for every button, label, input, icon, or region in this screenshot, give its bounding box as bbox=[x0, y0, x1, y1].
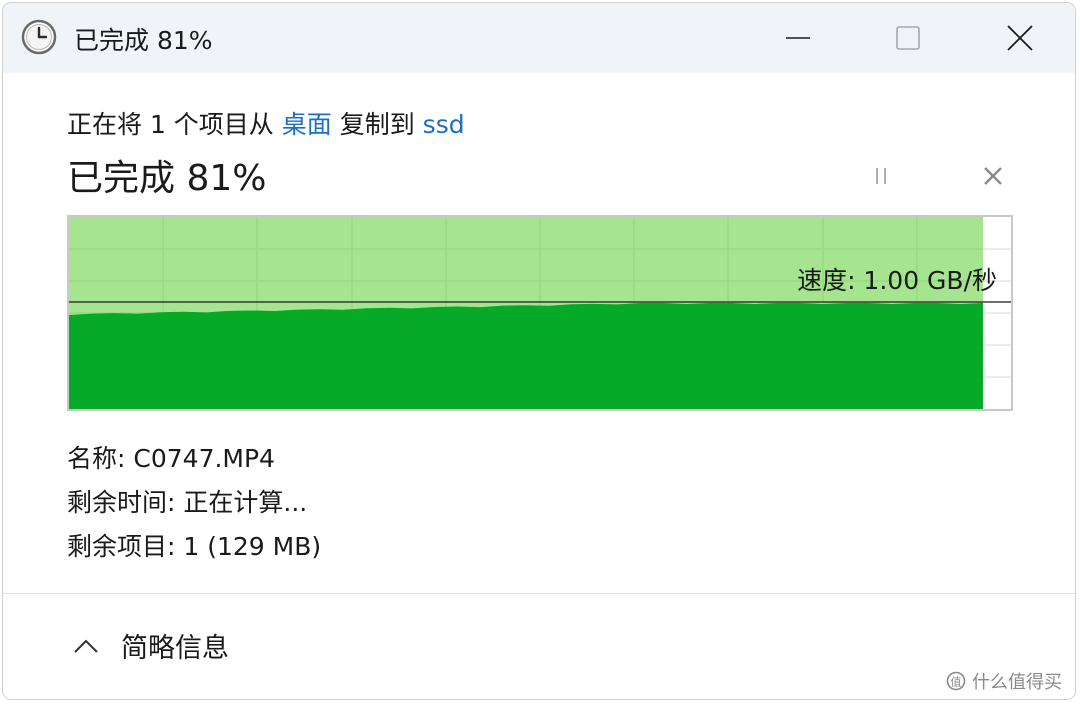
file-name-row: 名称: C0747.MP4 bbox=[67, 439, 275, 475]
close-icon bbox=[1007, 25, 1033, 51]
progress-status: 已完成 81% bbox=[67, 158, 267, 199]
watermark: 值 什么值得买 bbox=[946, 668, 1062, 694]
dialog-footer: 简略信息 bbox=[3, 594, 1075, 699]
fewer-details-label: 简略信息 bbox=[121, 633, 229, 664]
cancel-button[interactable] bbox=[973, 161, 1013, 191]
chevron-up-icon bbox=[74, 639, 98, 653]
description-middle: 复制到 bbox=[331, 110, 423, 139]
cancel-icon bbox=[984, 167, 1002, 185]
close-button[interactable] bbox=[965, 3, 1075, 73]
clock-icon bbox=[21, 19, 57, 55]
maximize-icon bbox=[896, 26, 920, 50]
minimize-button[interactable] bbox=[743, 3, 853, 73]
description-prefix: 正在将 1 个项目从 bbox=[67, 110, 282, 139]
speed-area bbox=[69, 303, 983, 409]
title-bar[interactable]: 已完成 81% bbox=[3, 3, 1075, 73]
speed-chart bbox=[69, 217, 1011, 409]
items-remaining-value: 1 (129 MB) bbox=[183, 532, 322, 561]
items-remaining-row: 剩余项目: 1 (129 MB) bbox=[67, 527, 321, 563]
time-remaining-value: 正在计算... bbox=[183, 488, 308, 517]
speed-label: 速度: 1.00 GB/秒 bbox=[797, 266, 997, 295]
time-remaining-label: 剩余时间: bbox=[67, 488, 176, 517]
maximize-button[interactable] bbox=[853, 3, 963, 73]
svg-text:值: 值 bbox=[951, 676, 962, 689]
watermark-text: 什么值得买 bbox=[972, 672, 1062, 693]
source-link[interactable]: 桌面 bbox=[282, 110, 332, 139]
pause-icon bbox=[876, 168, 886, 184]
copy-description: 正在将 1 个项目从 桌面 复制到 ssd bbox=[67, 105, 465, 141]
watermark-logo-icon: 值 bbox=[946, 671, 966, 691]
fewer-details-button[interactable]: 简略信息 bbox=[73, 626, 229, 665]
minimize-icon bbox=[786, 37, 810, 39]
pause-button[interactable] bbox=[861, 161, 901, 191]
speed-graph: 速度: 1.00 GB/秒 bbox=[67, 215, 1013, 411]
destination-link[interactable]: ssd bbox=[423, 110, 465, 139]
items-remaining-label: 剩余项目: bbox=[67, 532, 176, 561]
copy-dialog-window: 已完成 81% 正在将 1 个项目从 桌面 复制到 ssd 已完成 81% 速度… bbox=[2, 2, 1076, 700]
window-title: 已完成 81% bbox=[74, 26, 213, 55]
file-name-value: C0747.MP4 bbox=[133, 444, 275, 473]
file-name-label: 名称: bbox=[67, 444, 126, 473]
time-remaining-row: 剩余时间: 正在计算... bbox=[67, 483, 307, 519]
